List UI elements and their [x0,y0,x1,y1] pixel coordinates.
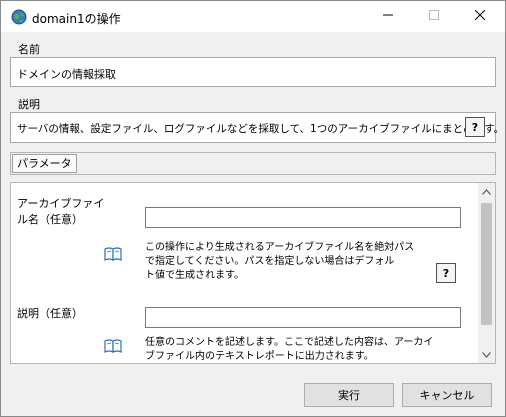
scrollbar-thumb[interactable] [481,203,492,325]
comment-input[interactable] [145,307,461,328]
question-mark-icon: ? [442,266,450,280]
question-mark-icon: ? [471,120,479,134]
cancel-button[interactable]: キャンセル [402,383,492,407]
minimize-button[interactable] [365,1,411,32]
parameters-header: パラメータ [10,152,496,175]
comment-description-line: 任意のコメントを記述します。ここで記述した内容は、アーカイ [145,337,434,348]
tab-parameters[interactable]: パラメータ [12,154,77,173]
close-icon [474,9,486,23]
chevron-down-icon [482,348,491,361]
operation-dialog: domain1の操作 名前 ドメインの情報採取 説明 サーバの情報、設定ファイル… [0,0,506,417]
scroll-up-button[interactable] [478,183,495,200]
book-icon [104,246,122,262]
parameters-panel: アーカイブファイ ル名（任意） この操作により生成されるアーカイブファイル名を絶… [10,182,496,364]
comment-label: 説明（任意） [17,306,83,322]
name-value: ドメインの情報採取 [17,68,116,81]
maximize-button [411,1,457,32]
comment-description: 任意のコメントを記述します。ここで記述した内容は、アーカイ ブファイル内のテキス… [145,336,434,363]
maximize-icon [429,10,439,23]
description-label: 説明 [18,98,40,111]
name-label: 名前 [18,43,40,56]
archive-name-input[interactable] [145,207,461,228]
scroll-down-button[interactable] [478,346,495,363]
globe-icon [11,9,27,25]
chevron-up-icon [482,185,491,198]
comment-label-line: 説明（任意） [17,307,83,320]
description-field: サーバの情報、設定ファイル、ログファイルなどを採取して、1つのアーカイブファイル… [10,112,504,143]
name-field: ドメインの情報採取 [10,57,496,87]
description-value: サーバの情報、設定ファイル、ログファイルなどを採取して、1つのアーカイブファイル… [17,123,505,135]
archive-name-label-line: ル名（任意） [17,213,83,226]
window-title: domain1の操作 [32,12,121,26]
archive-name-description-line: ト値で生成されます。 [145,270,244,281]
archive-name-description-line: で指定してください。パスを指定しない場合はデフォル [145,256,395,267]
archive-name-label: アーカイブファイ ル名（任意） [17,196,104,228]
archive-name-label-line: アーカイブファイ [17,197,105,210]
comment-description-line: ブファイル内のテキストレポートに出力されます。 [145,351,374,362]
description-help-button[interactable]: ? [465,117,485,137]
execute-button[interactable]: 実行 [304,383,394,407]
archive-name-description-line: この操作により生成されるアーカイブファイル名を絶対パス [145,242,415,253]
title-bar: domain1の操作 [1,1,505,32]
archive-name-help-button[interactable]: ? [436,263,456,283]
minimize-icon [383,10,393,23]
book-icon [104,338,122,354]
vertical-scrollbar[interactable] [478,183,495,363]
close-button[interactable] [457,1,503,32]
archive-name-description: この操作により生成されるアーカイブファイル名を絶対パス で指定してください。パス… [145,241,414,283]
